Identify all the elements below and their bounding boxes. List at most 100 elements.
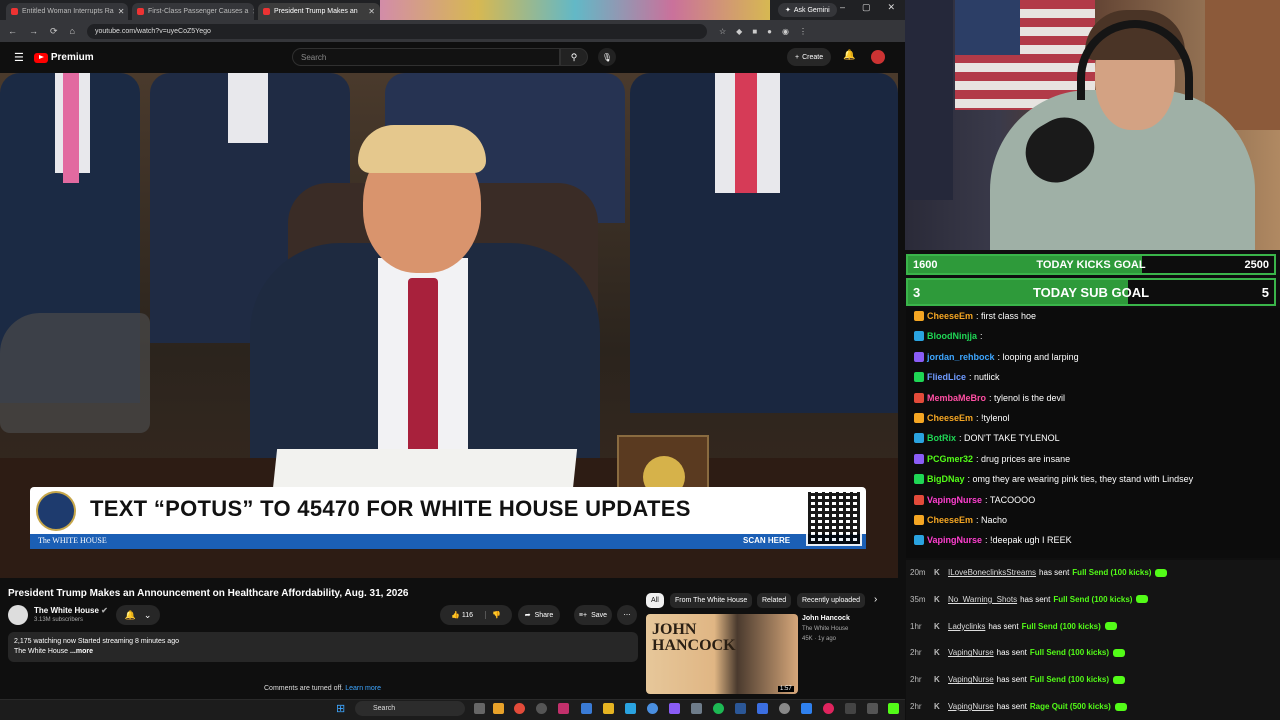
url-field[interactable]: youtube.com/watch?v=uyeCoZ5Yego — [86, 23, 707, 39]
goal-target: 5 — [1261, 284, 1269, 300]
menu-icon[interactable]: ⋮ — [799, 27, 807, 36]
chat-username[interactable]: CheeseEm — [927, 515, 973, 525]
chat-username[interactable]: BigDNay — [927, 474, 965, 484]
speaker-hair — [358, 125, 486, 173]
chat-username[interactable]: CheeseEm — [927, 311, 973, 321]
feed-username[interactable]: Ladyclinks — [948, 622, 985, 631]
search-button[interactable]: ⚲ — [560, 48, 588, 66]
channel-avatar[interactable] — [8, 605, 28, 625]
app-icon[interactable] — [867, 703, 878, 714]
channel-name[interactable]: The White House ✔ — [34, 606, 108, 615]
kick-logo-icon: K — [934, 568, 940, 577]
hamburger-menu-icon[interactable]: ☰ — [14, 51, 24, 64]
spotify-icon[interactable] — [713, 703, 724, 714]
white-house-seal-icon — [36, 491, 76, 531]
chat-username[interactable]: FliedLice — [927, 372, 966, 382]
chip-from-channel[interactable]: From The White House — [670, 593, 753, 608]
chat-username[interactable]: VapingNurse — [927, 495, 982, 505]
share-button[interactable]: ➦ Share — [518, 605, 560, 625]
badge-icon — [914, 392, 924, 403]
video-player[interactable]: TEXT “POTUS” TO 45470 FOR WHITE HOUSE UP… — [0, 73, 898, 578]
app-icon[interactable] — [625, 703, 636, 714]
chip-label: Related — [762, 597, 787, 604]
app-icon[interactable] — [691, 703, 702, 714]
feed-username[interactable]: VapingNurse — [948, 648, 994, 657]
more-actions-button[interactable]: ⋯ — [617, 605, 637, 625]
like-button[interactable]: 👍 116 — [451, 611, 473, 619]
close-icon[interactable]: ✕ — [252, 7, 254, 16]
chip-recently-uploaded[interactable]: Recently uploaded — [797, 593, 865, 608]
show-more-link[interactable]: ...more — [70, 648, 93, 655]
chip-related[interactable]: Related — [757, 593, 792, 608]
chat-username[interactable]: PCGmer32 — [927, 454, 973, 464]
voice-search-button[interactable]: 🎙 — [598, 48, 616, 66]
subscription-bell-button[interactable]: 🔔 ⌄ — [116, 605, 160, 625]
kick-icon[interactable] — [888, 703, 899, 714]
learn-more-link[interactable]: Learn more — [345, 685, 381, 692]
app-icon[interactable] — [735, 703, 746, 714]
close-icon[interactable]: ✕ — [118, 7, 125, 16]
file-explorer-icon[interactable] — [603, 703, 614, 714]
browser-tab[interactable]: Entitled Woman Interrupts Ra ✕ — [6, 3, 128, 20]
chat-username[interactable]: jordan_rehbock — [927, 352, 995, 362]
back-icon[interactable]: ← — [8, 26, 17, 36]
app-icon[interactable] — [558, 703, 569, 714]
feed-username[interactable]: VapingNurse — [948, 702, 994, 711]
documents — [272, 449, 578, 489]
app-icon[interactable] — [536, 703, 547, 714]
avatar[interactable] — [871, 50, 885, 64]
app-icon[interactable] — [669, 703, 680, 714]
kick-logo-icon: K — [934, 702, 940, 711]
browser-tab[interactable]: First-Class Passenger Causes a✕ — [132, 3, 254, 20]
forward-icon[interactable]: → — [29, 26, 38, 36]
minimize-icon[interactable]: – — [840, 2, 845, 13]
extension-icon[interactable]: ◆ — [736, 27, 742, 36]
app-icon[interactable] — [845, 703, 856, 714]
star-icon[interactable]: ☆ — [719, 27, 726, 36]
dislike-button[interactable]: 👎 — [485, 611, 501, 619]
extension-icon[interactable]: ■ — [752, 27, 757, 36]
description-box[interactable]: 2,175 watching now Started streaming 8 m… — [8, 632, 638, 662]
chat-username[interactable]: CheeseEm — [927, 413, 973, 423]
chrome-icon[interactable] — [514, 703, 525, 714]
save-button[interactable]: ≡+ Save — [574, 605, 612, 625]
chat-username[interactable]: VapingNurse — [927, 535, 982, 545]
close-icon[interactable]: ✕ — [368, 7, 375, 16]
app-icon[interactable] — [647, 703, 658, 714]
youtube-logo[interactable]: Premium — [33, 52, 94, 63]
chat-username[interactable]: MembaMeBro — [927, 393, 986, 403]
related-video-title[interactable]: John Hancock — [802, 615, 850, 622]
chip-all[interactable]: All — [646, 593, 664, 608]
app-icon[interactable] — [493, 703, 504, 714]
app-icon[interactable] — [779, 703, 790, 714]
search-input[interactable]: Search — [292, 48, 560, 66]
home-icon[interactable]: ⌂ — [70, 26, 75, 36]
taskbar-search[interactable]: Search — [355, 701, 465, 716]
profile-icon[interactable]: ◉ — [782, 27, 789, 36]
kick-logo-icon: K — [934, 675, 940, 685]
extension-icon[interactable]: ● — [767, 27, 772, 36]
close-window-icon[interactable]: ✕ — [888, 2, 896, 13]
app-icon[interactable] — [801, 703, 812, 714]
reload-icon[interactable]: ⟳ — [50, 26, 58, 37]
chat-message: BotRix: DON'T TAKE TYLENOL — [914, 433, 1060, 444]
browser-tab-active[interactable]: President Trump Makes an ✕ — [258, 3, 380, 20]
app-icon[interactable] — [757, 703, 768, 714]
gemini-icon: ✦ — [785, 7, 791, 14]
feed-username[interactable]: VapingNurse — [948, 675, 994, 684]
maximize-icon[interactable]: ▢ — [862, 2, 871, 13]
feed-username[interactable]: ILoveBoneclinksStreams — [948, 568, 1036, 577]
app-icon[interactable] — [823, 703, 834, 714]
chat-username[interactable]: BloodNinjja — [927, 331, 977, 341]
related-video-channel[interactable]: The White House — [802, 626, 848, 632]
notifications-bell-icon[interactable]: 🔔 — [843, 50, 855, 61]
create-button[interactable]: + Create — [787, 48, 832, 66]
task-view-icon[interactable] — [474, 703, 485, 714]
feed-username[interactable]: No_Warning_Shots — [948, 595, 1017, 604]
chat-username[interactable]: BotRix — [927, 433, 956, 443]
app-icon[interactable] — [581, 703, 592, 714]
start-icon[interactable]: ⊞ — [336, 702, 345, 715]
ask-gemini-button[interactable]: ✦ Ask Gemini — [778, 3, 837, 17]
chevron-right-icon[interactable]: › — [874, 594, 877, 605]
badge-icon — [914, 494, 924, 505]
